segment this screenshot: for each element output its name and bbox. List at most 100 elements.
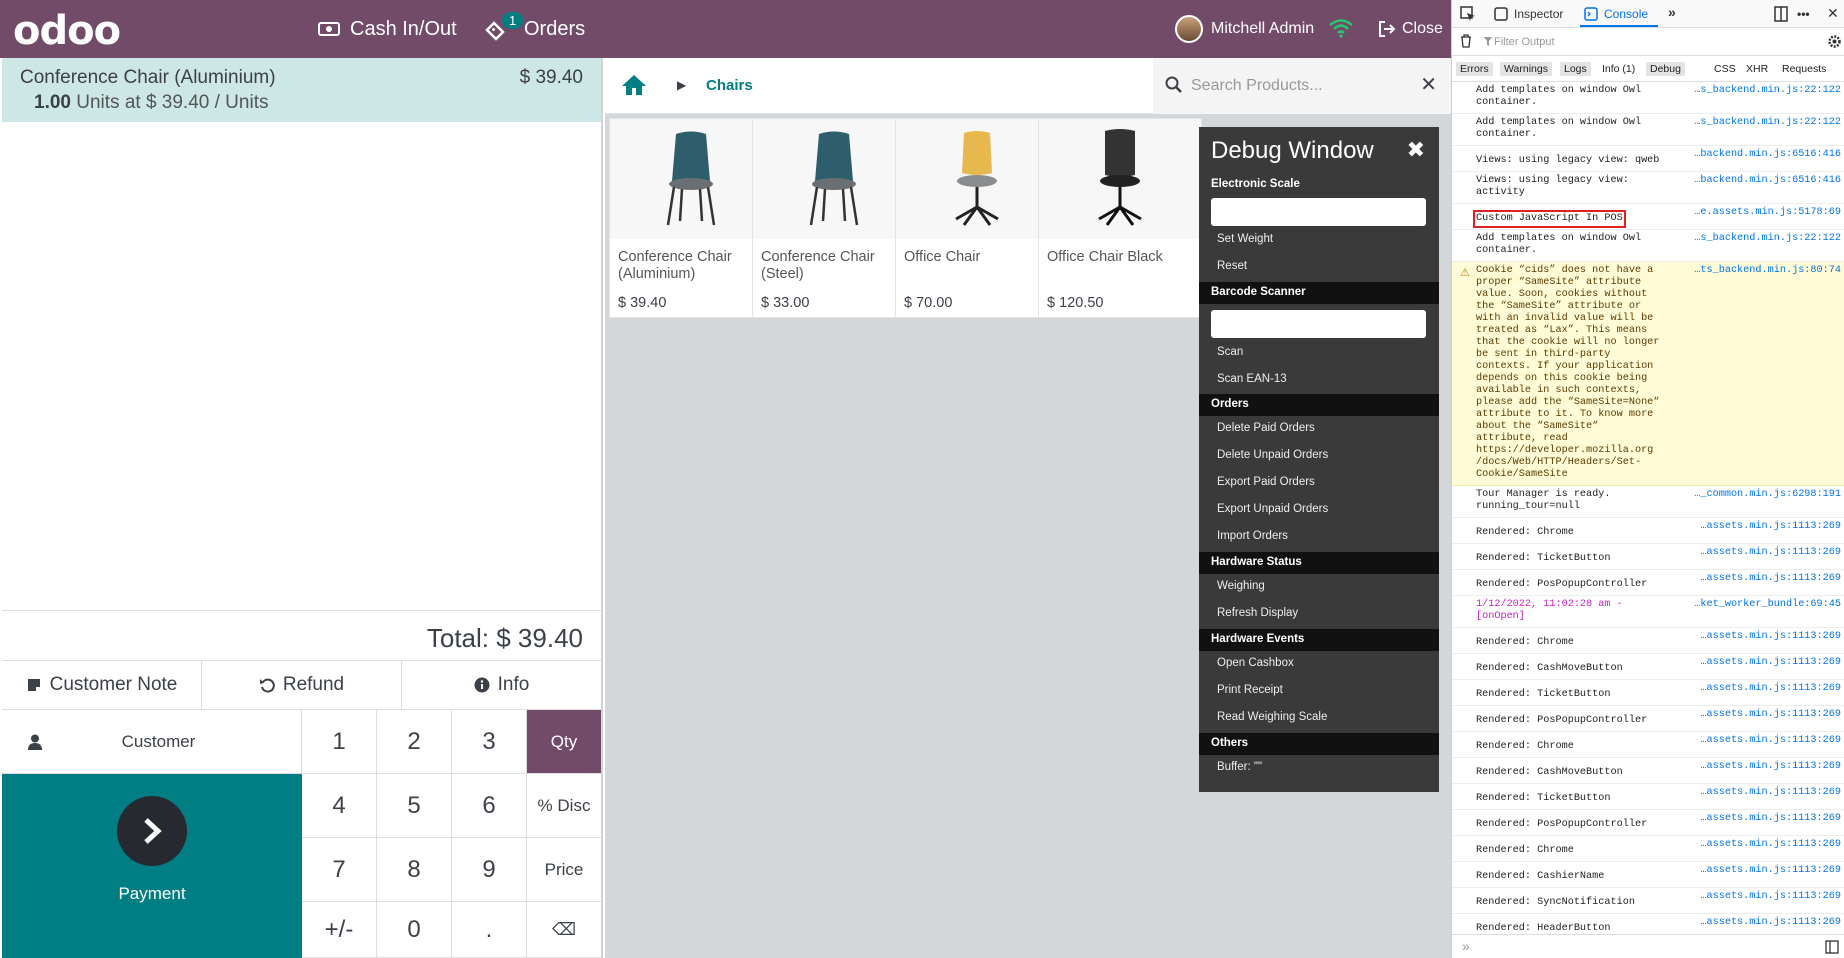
console-message-text: Add templates on window Owl container.	[1476, 233, 1642, 256]
console-message-source[interactable]: …assets.min.js:1113:269	[1700, 631, 1841, 642]
more-tabs-icon[interactable]: »	[1668, 4, 1676, 20]
numpad-key-0[interactable]: 0	[377, 902, 452, 958]
numpad-key-3[interactable]: 3	[452, 710, 527, 774]
filter-logs-button[interactable]: Logs	[1560, 62, 1591, 76]
delete-paid-orders-button[interactable]: Delete Paid Orders	[1217, 422, 1315, 434]
product-card[interactable]: Office Chair $ 70.00	[895, 118, 1059, 318]
filter-xhr-button[interactable]: XHR	[1742, 62, 1772, 76]
filter-css-button[interactable]: CSS	[1710, 62, 1740, 76]
payment-button[interactable]: Payment	[2, 774, 302, 958]
export-paid-orders-button[interactable]: Export Paid Orders	[1217, 476, 1315, 488]
weighing-status[interactable]: Weighing	[1217, 580, 1265, 592]
customer-button[interactable]: Customer	[2, 710, 302, 774]
numpad-key-8[interactable]: 8	[377, 838, 452, 902]
filter-warnings-button[interactable]: Warnings	[1500, 62, 1552, 76]
filter-info-button[interactable]: Info (1)	[1598, 62, 1639, 76]
filter-output-input[interactable]: Filter Output	[1494, 36, 1555, 48]
breadcrumb-category[interactable]: Chairs	[706, 77, 753, 94]
numpad-key-4[interactable]: 4	[302, 774, 377, 838]
console-message-source[interactable]: …assets.min.js:1113:269	[1700, 865, 1841, 876]
numpad-backspace[interactable]: ⌫	[527, 902, 601, 958]
product-card[interactable]: Office Chair Black $ 120.50	[1038, 118, 1202, 318]
tab-console[interactable]: Console	[1604, 7, 1648, 21]
reset-button[interactable]: Reset	[1217, 260, 1247, 272]
close-icon[interactable]: ✖	[1407, 137, 1425, 163]
numpad-key-9[interactable]: 9	[452, 838, 527, 902]
numpad-key-1[interactable]: 1	[302, 710, 377, 774]
product-card[interactable]: Conference Chair (Aluminium) $ 39.40	[609, 118, 773, 318]
console-message-source[interactable]: …s_backend.min.js:22:122	[1694, 85, 1841, 96]
set-weight-button[interactable]: Set Weight	[1217, 233, 1273, 245]
console-message-source[interactable]: …assets.min.js:1113:269	[1700, 573, 1841, 584]
console-message-source[interactable]: …ket_worker_bundle:69:45	[1694, 599, 1841, 610]
console-message-source[interactable]: …assets.min.js:1113:269	[1700, 709, 1841, 720]
console-message: Add templates on window Owl container. …s…	[1452, 114, 1844, 146]
tab-inspector[interactable]: Inspector	[1514, 7, 1563, 21]
dock-icon[interactable]	[1774, 6, 1788, 22]
read-weighing-scale-button[interactable]: Read Weighing Scale	[1217, 711, 1327, 723]
console-message-source[interactable]: …s_backend.min.js:22:122	[1694, 233, 1841, 244]
search-box[interactable]: Search Products... ✕	[1153, 58, 1451, 114]
console-message-source[interactable]: …assets.min.js:1113:269	[1700, 521, 1841, 532]
menu-dots-icon[interactable]: •••	[1797, 7, 1810, 21]
filter-requests-button[interactable]: Requests	[1778, 62, 1830, 76]
cash-in-out-button[interactable]: Cash In/Out	[318, 0, 457, 58]
trash-icon[interactable]	[1460, 34, 1472, 48]
console-message-source[interactable]: …assets.min.js:1113:269	[1700, 787, 1841, 798]
order-line[interactable]: Conference Chair (Aluminium) $ 39.40 1.0…	[2, 58, 601, 122]
numpad-mode-discount[interactable]: % Disc	[527, 774, 601, 838]
console-input[interactable]: »	[1452, 934, 1844, 958]
refund-button[interactable]: Refund	[202, 661, 402, 709]
numpad-key-7[interactable]: 7	[302, 838, 377, 902]
close-pos-button[interactable]: Close	[1378, 0, 1443, 58]
delete-unpaid-orders-button[interactable]: Delete Unpaid Orders	[1217, 449, 1328, 461]
close-devtools-icon[interactable]: ✕	[1827, 5, 1839, 22]
refresh-display-button[interactable]: Refresh Display	[1217, 607, 1298, 619]
console-message-source[interactable]: …assets.min.js:1113:269	[1700, 839, 1841, 850]
console-message-source[interactable]: …assets.min.js:1113:269	[1700, 891, 1841, 902]
pick-element-icon[interactable]	[1460, 6, 1476, 22]
numpad-mode-qty[interactable]: Qty	[527, 710, 601, 774]
import-orders-button[interactable]: Import Orders	[1217, 530, 1288, 542]
console-message-source[interactable]: …backend.min.js:6516:416	[1694, 149, 1841, 160]
console-message-source[interactable]: …e.assets.min.js:5178:69	[1694, 207, 1841, 218]
scan-ean13-button[interactable]: Scan EAN-13	[1217, 373, 1287, 385]
scan-button[interactable]: Scan	[1217, 346, 1243, 358]
filter-errors-button[interactable]: Errors	[1456, 62, 1493, 76]
product-card[interactable]: Conference Chair (Steel) $ 33.00	[752, 118, 916, 318]
console-message-source[interactable]: …assets.min.js:1113:269	[1700, 813, 1841, 824]
filter-debug-button[interactable]: Debug	[1646, 62, 1685, 76]
product-image	[610, 119, 772, 239]
weight-input[interactable]	[1211, 198, 1426, 226]
home-icon[interactable]	[621, 74, 647, 96]
search-input[interactable]: Search Products...	[1191, 77, 1323, 95]
console-message-source[interactable]: …backend.min.js:6516:416	[1694, 175, 1841, 186]
console-message-source[interactable]: …assets.min.js:1113:269	[1700, 683, 1841, 694]
console-message-source[interactable]: …assets.min.js:1113:269	[1700, 547, 1841, 558]
console-message-source[interactable]: …assets.min.js:1113:269	[1700, 735, 1841, 746]
split-editor-icon[interactable]	[1825, 940, 1839, 954]
numpad-mode-price[interactable]: Price	[527, 838, 601, 902]
customer-note-button[interactable]: Customer Note	[2, 661, 202, 709]
console-message-source[interactable]: …assets.min.js:1113:269	[1700, 657, 1841, 668]
numpad-key-6[interactable]: 6	[452, 774, 527, 838]
open-cashbox-button[interactable]: Open Cashbox	[1217, 657, 1294, 669]
numpad-key-plus-minus[interactable]: +/-	[302, 902, 377, 958]
orders-button[interactable]: 1 Orders	[485, 0, 585, 58]
console-message-source[interactable]: …_common.min.js:6298:191	[1694, 489, 1841, 500]
console-message-source[interactable]: …ts_backend.min.js:80:74	[1694, 265, 1841, 276]
export-unpaid-orders-button[interactable]: Export Unpaid Orders	[1217, 503, 1328, 515]
barcode-input[interactable]	[1211, 310, 1426, 338]
numpad-key-5[interactable]: 5	[377, 774, 452, 838]
numpad-key-dot[interactable]: .	[452, 902, 527, 958]
numpad-key-2[interactable]: 2	[377, 710, 452, 774]
cashier-name[interactable]: Mitchell Admin	[1175, 0, 1314, 58]
info-button[interactable]: Info	[402, 661, 601, 709]
console-message-source[interactable]: …assets.min.js:1113:269	[1700, 761, 1841, 772]
gear-icon[interactable]	[1827, 34, 1842, 49]
clear-search-icon[interactable]: ✕	[1420, 72, 1437, 97]
print-receipt-button[interactable]: Print Receipt	[1217, 684, 1283, 696]
console-message-source[interactable]: …s_backend.min.js:22:122	[1694, 117, 1841, 128]
search-icon	[1165, 76, 1182, 93]
console-message-source[interactable]: …assets.min.js:1113:269	[1700, 917, 1841, 928]
